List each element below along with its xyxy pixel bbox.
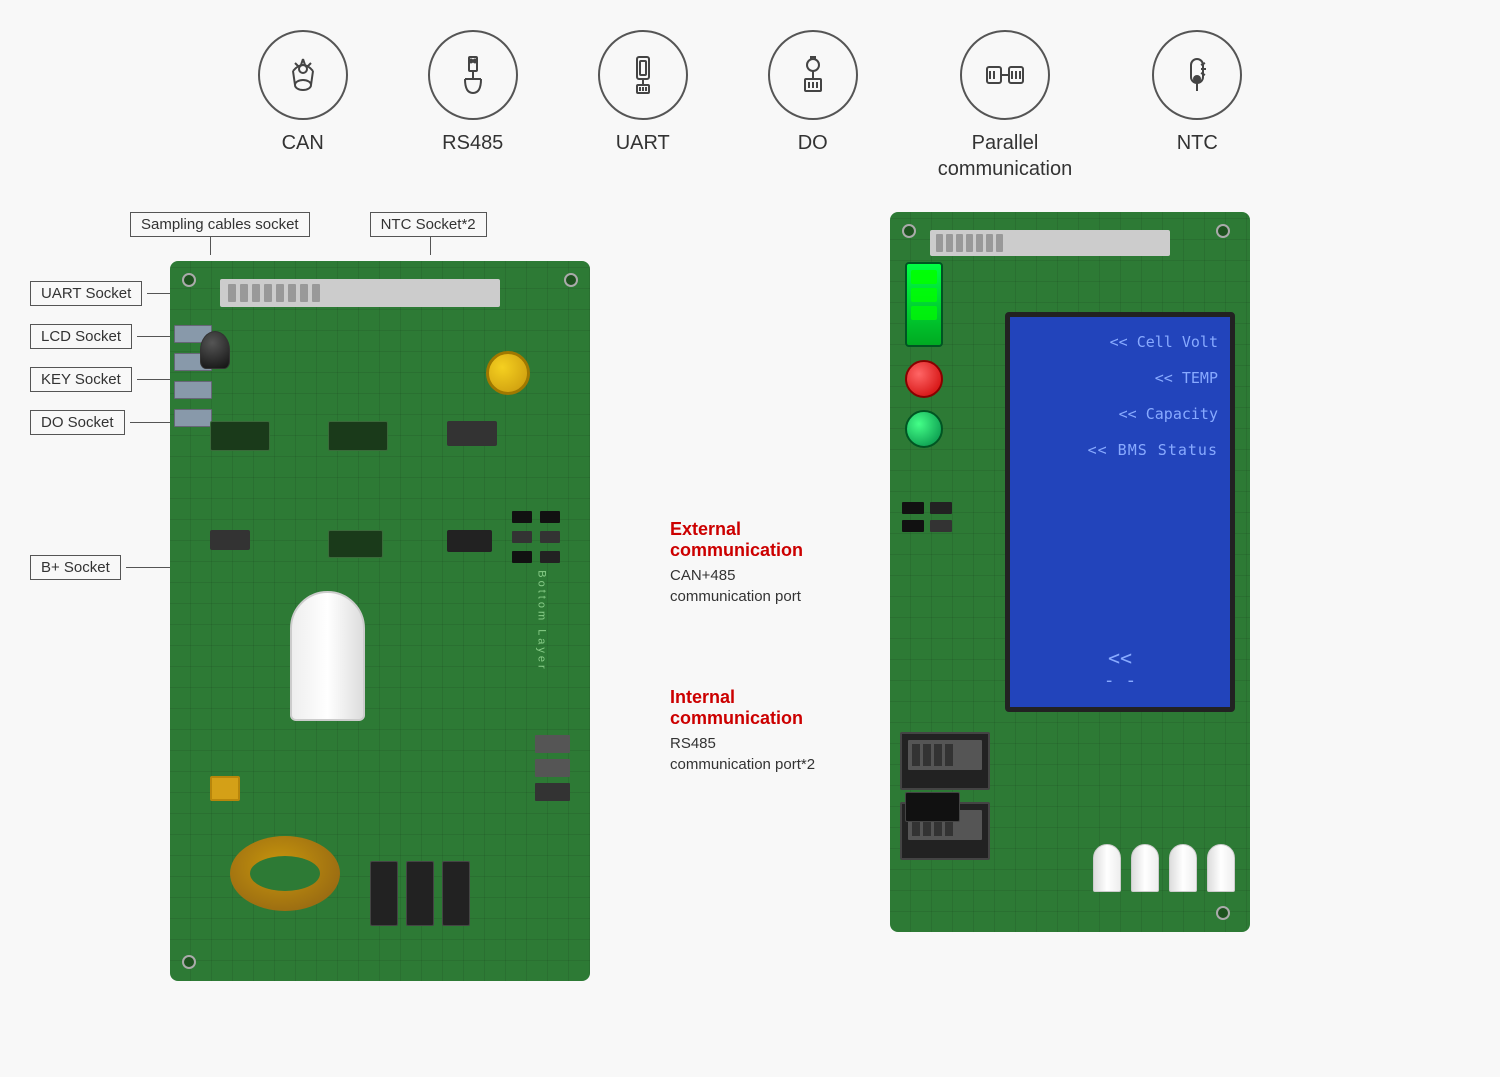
can-label: CAN <box>282 130 324 156</box>
ic-bottom-right <box>905 792 960 822</box>
pcb-white-cylinder <box>290 591 365 721</box>
lcd-line-3: << Capacity <box>1022 405 1218 423</box>
parallel-icon-circle <box>960 30 1050 120</box>
sampling-cables-label: Sampling cables socket <box>130 212 310 237</box>
pcb-capacitor-yellow <box>486 351 530 395</box>
ntc-icon <box>1173 51 1221 99</box>
ntc-label: NTC <box>1177 130 1218 156</box>
mount-hole-right-tl <box>902 224 916 238</box>
pcb-caps-row <box>370 861 470 926</box>
rs485-label: RS485 <box>442 130 503 156</box>
internal-comm-group: Internal communication RS485 communicati… <box>670 687 870 775</box>
internal-comm-title: Internal communication <box>670 687 870 729</box>
key-socket-label-row: KEY Socket <box>30 367 170 392</box>
do-socket-label-row: DO Socket <box>30 410 170 435</box>
lcd-line-5: << <box>1022 646 1218 670</box>
internal-comm-desc: RS485 communication port*2 <box>670 733 870 775</box>
ntc-socket-label: NTC Socket*2 <box>370 212 487 237</box>
smd-components <box>512 511 560 563</box>
mount-hole-right-tr <box>1216 224 1230 238</box>
rj45-port-top <box>900 732 990 790</box>
do-icon <box>789 51 837 99</box>
pcb-component-black <box>200 331 230 369</box>
do-icon-circle <box>768 30 858 120</box>
icon-item-rs485: RS485 <box>428 30 518 156</box>
rs485-icon-circle <box>428 30 518 120</box>
main-content: Sampling cables socket NTC Socket*2 UART… <box>0 202 1500 991</box>
rs485-icon <box>449 51 497 99</box>
white-caps-right <box>1093 844 1235 892</box>
b-plus-socket-label-row: B+ Socket <box>30 555 170 580</box>
icon-item-do: DO <box>768 30 858 156</box>
right-pcb-board: Top Layer <box>890 212 1250 932</box>
lcd-line-1: << Cell Volt <box>1022 333 1218 351</box>
uart-label: UART <box>616 130 670 156</box>
green-led-indicator <box>905 262 943 347</box>
mount-hole-right-br <box>1216 906 1230 920</box>
lcd-display: << Cell Volt << TEMP << Capacity << BMS … <box>1005 312 1235 712</box>
icon-item-parallel: Parallel communication <box>938 30 1073 182</box>
lcd-line-6: - - <box>1022 670 1218 691</box>
parallel-icon <box>981 51 1029 99</box>
mount-hole-tl <box>182 273 196 287</box>
lcd-socket-label: LCD Socket <box>30 324 132 349</box>
comm-labels-section: External communication CAN+485 communica… <box>670 212 870 981</box>
green-led-circle <box>905 410 943 448</box>
lcd-line-4: << BMS Status <box>1022 441 1218 459</box>
uart-icon-circle <box>598 30 688 120</box>
can-icon <box>279 51 327 99</box>
parallel-label: Parallel communication <box>938 130 1073 182</box>
icon-item-uart: UART <box>598 30 688 156</box>
external-comm-title: External communication <box>670 519 870 561</box>
lcd-line-2: << TEMP <box>1022 369 1218 387</box>
icon-item-ntc: NTC <box>1152 30 1242 156</box>
pcb-b-plus-connector <box>210 776 240 801</box>
external-comm-desc: CAN+485 communication port <box>670 565 870 607</box>
pcb-header-top <box>220 279 500 307</box>
uart-socket-label: UART Socket <box>30 281 142 306</box>
left-pcb-board: Bottom Layer <box>170 261 590 981</box>
do-socket-label: DO Socket <box>30 410 125 435</box>
uart-socket-label-row: UART Socket <box>30 281 170 306</box>
right-board-container: Top Layer <box>890 212 1270 981</box>
icons-section: CAN RS485 <box>0 0 1500 202</box>
uart-icon <box>619 51 667 99</box>
left-board-container: Sampling cables socket NTC Socket*2 UART… <box>30 212 650 981</box>
smd-right <box>902 502 952 532</box>
b-plus-socket-label: B+ Socket <box>30 555 121 580</box>
lcd-socket-label-row: LCD Socket <box>30 324 170 349</box>
can-icon-circle <box>258 30 348 120</box>
mount-hole-tr <box>564 273 578 287</box>
bottom-right-components <box>535 735 570 801</box>
key-socket-label: KEY Socket <box>30 367 132 392</box>
red-led <box>905 360 943 398</box>
mount-hole-bl <box>182 955 196 969</box>
pcb-toroid <box>230 836 340 911</box>
external-comm-group: External communication CAN+485 communica… <box>670 519 870 607</box>
pcb-components <box>210 421 550 621</box>
pcb-header-right <box>930 230 1170 256</box>
do-label: DO <box>798 130 828 156</box>
ntc-icon-circle <box>1152 30 1242 120</box>
icon-item-can: CAN <box>258 30 348 156</box>
